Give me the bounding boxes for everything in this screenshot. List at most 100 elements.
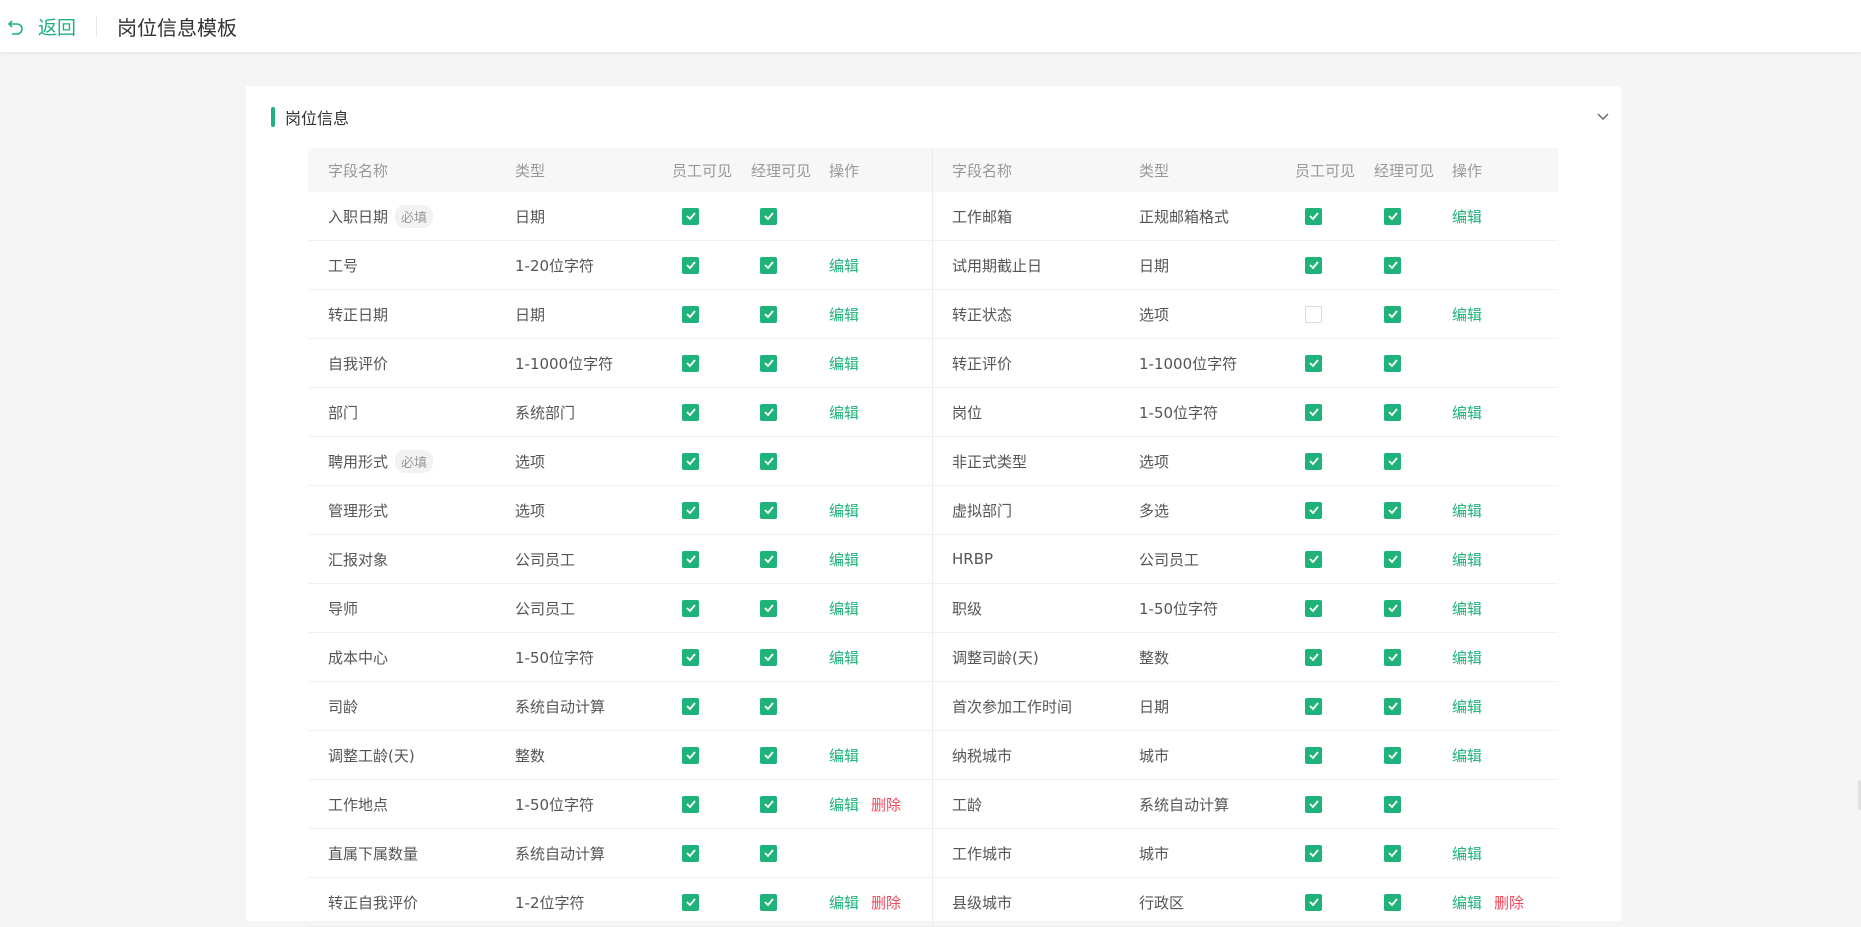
table-body: 工作邮箱 正规邮箱格式 编辑 试用期截止日 日期 转正状态 选项 编辑 转正评价 1-1000位字…	[933, 192, 1558, 927]
employee-visible-checkbox[interactable]	[1305, 893, 1322, 911]
manager-visible-checkbox[interactable]	[1384, 256, 1401, 274]
employee-visible-checkbox[interactable]	[682, 256, 699, 274]
manager-visible-checkbox[interactable]	[1384, 599, 1401, 617]
employee-visible-checkbox[interactable]	[1305, 599, 1322, 617]
manager-visible-checkbox[interactable]	[760, 354, 777, 372]
manager-visible-checkbox[interactable]	[760, 207, 777, 225]
edit-link[interactable]: 编辑	[1452, 402, 1482, 423]
edit-link[interactable]: 编辑	[1452, 500, 1482, 521]
manager-visible-checkbox[interactable]	[1384, 697, 1401, 715]
edit-link[interactable]: 编辑	[829, 304, 859, 325]
employee-visible-checkbox[interactable]	[682, 648, 699, 666]
check-icon	[763, 702, 774, 711]
manager-visible-checkbox[interactable]	[760, 550, 777, 568]
manager-visible-checkbox[interactable]	[1384, 354, 1401, 372]
edit-link[interactable]: 编辑	[829, 500, 859, 521]
manager-visible-checkbox[interactable]	[1384, 452, 1401, 470]
employee-visible-cell	[1305, 535, 1325, 583]
employee-visible-checkbox[interactable]	[1305, 452, 1322, 470]
edit-link[interactable]: 编辑	[829, 549, 859, 570]
field-name-cell: 转正评价	[952, 339, 1012, 387]
manager-visible-checkbox[interactable]	[1384, 648, 1401, 666]
manager-visible-checkbox[interactable]	[1384, 746, 1401, 764]
field-name: 转正日期	[328, 305, 389, 324]
manager-visible-checkbox[interactable]	[760, 746, 777, 764]
delete-link[interactable]: 删除	[871, 794, 901, 815]
employee-visible-checkbox[interactable]	[682, 746, 699, 764]
manager-visible-checkbox[interactable]	[1384, 844, 1401, 862]
employee-visible-checkbox[interactable]	[1305, 844, 1322, 862]
employee-visible-checkbox[interactable]	[682, 452, 699, 470]
edit-link[interactable]: 编辑	[829, 647, 859, 668]
employee-visible-checkbox[interactable]	[682, 550, 699, 568]
edit-link[interactable]: 编辑	[1452, 892, 1482, 913]
employee-visible-checkbox[interactable]	[1305, 256, 1322, 274]
manager-visible-checkbox[interactable]	[760, 501, 777, 519]
field-name-cell: 部门	[328, 388, 358, 436]
employee-visible-checkbox[interactable]	[682, 844, 699, 862]
employee-visible-checkbox[interactable]	[1305, 648, 1322, 666]
section-marker	[271, 107, 275, 127]
manager-visible-checkbox[interactable]	[1384, 893, 1401, 911]
manager-visible-checkbox[interactable]	[760, 893, 777, 911]
manager-visible-checkbox[interactable]	[760, 599, 777, 617]
employee-visible-checkbox[interactable]	[682, 354, 699, 372]
edit-link[interactable]: 编辑	[829, 402, 859, 423]
employee-visible-checkbox[interactable]	[682, 893, 699, 911]
field-name-cell: 聘用形式 必填	[328, 437, 434, 485]
manager-visible-checkbox[interactable]	[760, 697, 777, 715]
check-icon	[685, 261, 696, 270]
manager-visible-checkbox[interactable]	[760, 452, 777, 470]
manager-visible-checkbox[interactable]	[1384, 207, 1401, 225]
chevron-down-icon[interactable]	[1595, 108, 1611, 124]
edit-link[interactable]: 编辑	[829, 794, 859, 815]
edit-link[interactable]: 编辑	[1452, 696, 1482, 717]
employee-visible-checkbox[interactable]	[682, 599, 699, 617]
edit-link[interactable]: 编辑	[1452, 843, 1482, 864]
edit-link[interactable]: 编辑	[1452, 745, 1482, 766]
manager-visible-checkbox[interactable]	[1384, 550, 1401, 568]
employee-visible-checkbox[interactable]	[682, 795, 699, 813]
field-name-cell: 成本中心	[328, 633, 388, 681]
employee-visible-checkbox[interactable]	[1305, 354, 1322, 372]
manager-visible-checkbox[interactable]	[760, 795, 777, 813]
edit-link[interactable]: 编辑	[829, 892, 859, 913]
manager-visible-checkbox[interactable]	[760, 256, 777, 274]
employee-visible-checkbox[interactable]	[682, 403, 699, 421]
manager-visible-checkbox[interactable]	[760, 648, 777, 666]
employee-visible-checkbox[interactable]	[1305, 550, 1322, 568]
employee-visible-checkbox[interactable]	[1305, 795, 1322, 813]
edit-link[interactable]: 编辑	[1452, 304, 1482, 325]
employee-visible-checkbox[interactable]	[682, 305, 699, 323]
edit-link[interactable]: 编辑	[829, 745, 859, 766]
manager-visible-checkbox[interactable]	[1384, 305, 1401, 323]
edit-link[interactable]: 编辑	[829, 598, 859, 619]
back-button[interactable]: 返回	[6, 13, 76, 40]
manager-visible-checkbox[interactable]	[1384, 501, 1401, 519]
edit-link[interactable]: 编辑	[1452, 206, 1482, 227]
manager-visible-checkbox[interactable]	[760, 305, 777, 323]
employee-visible-checkbox[interactable]	[1305, 305, 1322, 323]
employee-visible-checkbox[interactable]	[1305, 403, 1322, 421]
edit-link[interactable]: 编辑	[1452, 549, 1482, 570]
edit-link[interactable]: 编辑	[1452, 598, 1482, 619]
manager-visible-checkbox[interactable]	[760, 403, 777, 421]
manager-visible-checkbox[interactable]	[1384, 403, 1401, 421]
employee-visible-checkbox[interactable]	[1305, 501, 1322, 519]
employee-visible-checkbox[interactable]	[682, 697, 699, 715]
edit-link[interactable]: 编辑	[1452, 647, 1482, 668]
edit-link[interactable]: 编辑	[829, 353, 859, 374]
manager-visible-cell	[1384, 241, 1404, 289]
check-icon	[1308, 408, 1319, 417]
employee-visible-checkbox[interactable]	[1305, 697, 1322, 715]
edit-link[interactable]: 编辑	[829, 255, 859, 276]
manager-visible-checkbox[interactable]	[1384, 795, 1401, 813]
employee-visible-checkbox[interactable]	[1305, 746, 1322, 764]
field-type: 公司员工	[1139, 550, 1200, 569]
manager-visible-checkbox[interactable]	[760, 844, 777, 862]
employee-visible-checkbox[interactable]	[682, 207, 699, 225]
employee-visible-checkbox[interactable]	[1305, 207, 1322, 225]
delete-link[interactable]: 删除	[871, 892, 901, 913]
delete-link[interactable]: 删除	[1494, 892, 1524, 913]
employee-visible-checkbox[interactable]	[682, 501, 699, 519]
